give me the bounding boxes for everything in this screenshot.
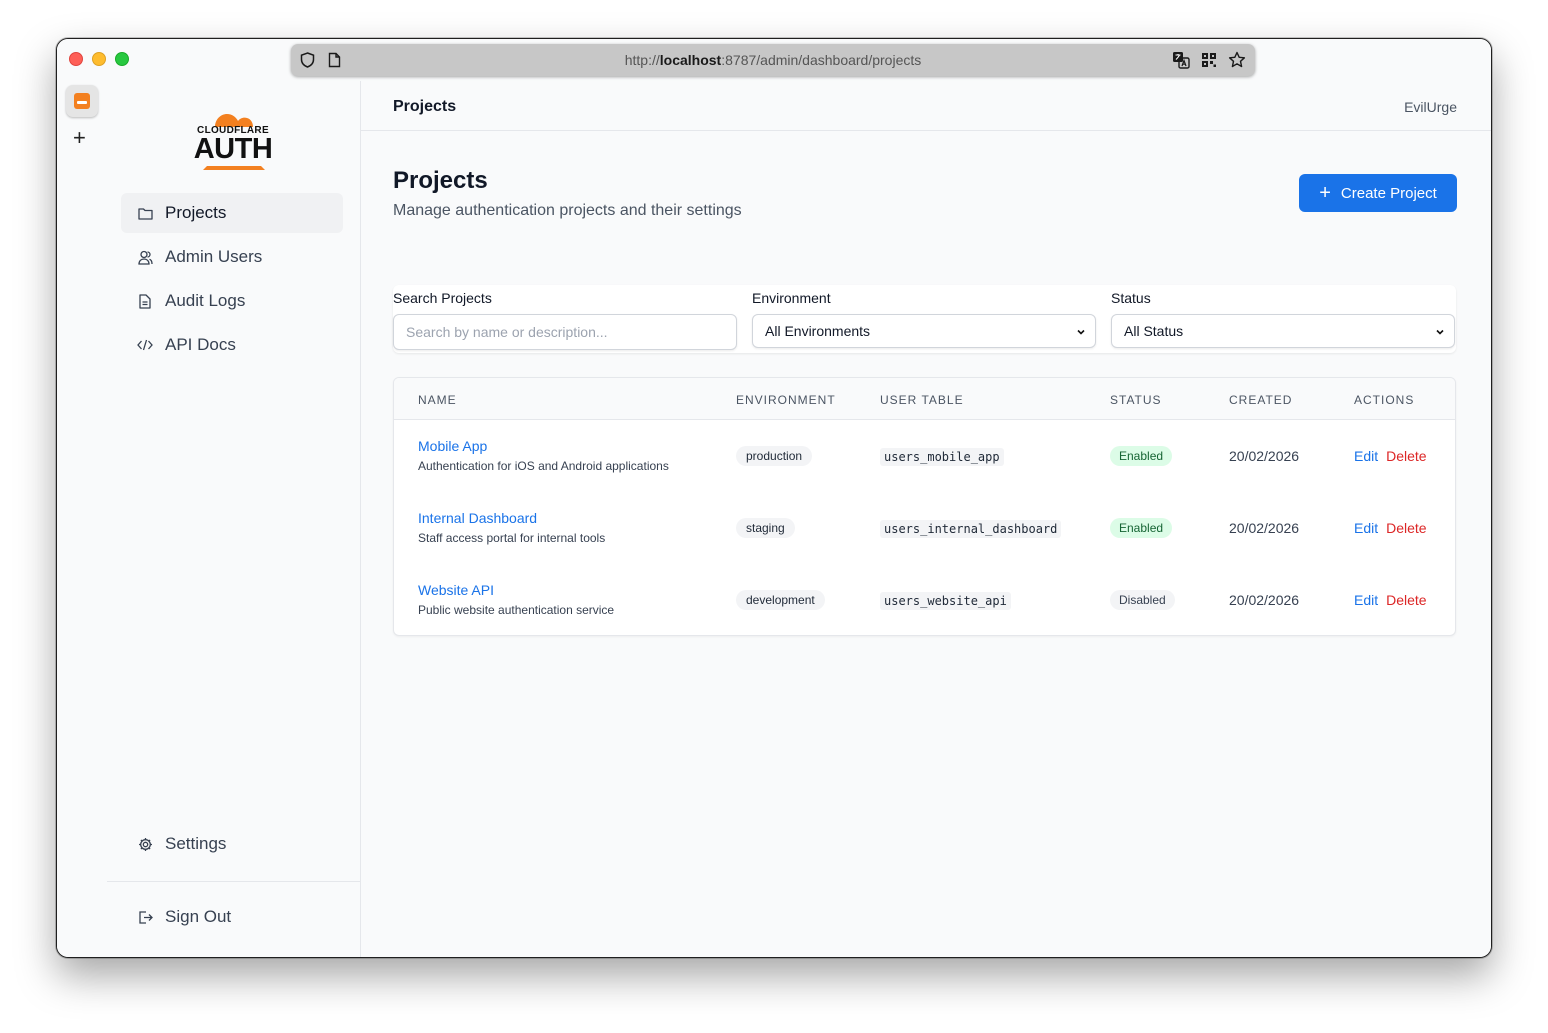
users-icon — [137, 249, 153, 265]
chevron-down-icon — [1436, 329, 1444, 335]
edit-button[interactable]: Edit — [1354, 448, 1378, 464]
code-icon — [137, 337, 153, 353]
user-table-name: users_website_api — [880, 592, 1011, 610]
create-project-button[interactable]: + Create Project — [1299, 174, 1457, 212]
project-description: Staff access portal for internal tools — [418, 531, 606, 545]
status-badge: Enabled — [1110, 518, 1173, 538]
cloudflare-auth-logo[interactable]: CLOUDFLARE AUTH — [193, 105, 273, 171]
app-sidebar: CLOUDFLARE AUTH Projects Admin Users Aud… — [107, 81, 361, 957]
title-bar: http://localhost:8787/admin/dashboard/pr… — [57, 39, 1491, 81]
status-filter: Status All Status — [1111, 285, 1455, 348]
logo-main-text: AUTH — [193, 133, 273, 165]
table-row: Website API Public website authenticatio… — [394, 564, 1455, 635]
edit-button[interactable]: Edit — [1354, 520, 1378, 536]
maximize-window-button[interactable] — [115, 52, 129, 66]
sign-out-icon — [137, 909, 153, 925]
search-input[interactable]: Search by name or description... — [393, 314, 737, 350]
sidebar-divider — [107, 881, 361, 882]
table-row: Mobile App Authentication for iOS and An… — [394, 420, 1455, 492]
bookmark-star-icon[interactable] — [1228, 51, 1246, 69]
environment-badge: staging — [736, 518, 795, 538]
qr-code-icon[interactable] — [1200, 51, 1218, 69]
new-tab-icon[interactable]: + — [73, 125, 86, 151]
status-badge: Disabled — [1110, 590, 1175, 610]
sidebar-item-label: Audit Logs — [165, 291, 246, 310]
main-content: Projects EvilUrge Projects Manage authen… — [361, 81, 1491, 957]
environment-badge: development — [736, 590, 825, 610]
gear-icon — [137, 836, 153, 852]
user-name[interactable]: EvilUrge — [1404, 99, 1457, 115]
sidebar-item-api-docs[interactable]: API Docs — [121, 325, 343, 365]
sign-out-button[interactable]: Sign Out — [121, 897, 343, 937]
environment-label: Environment — [752, 290, 831, 306]
document-icon — [137, 293, 153, 309]
minimize-window-button[interactable] — [92, 52, 106, 66]
table-header: Name Environment User Table Status Creat… — [394, 378, 1455, 420]
status-select[interactable]: All Status — [1111, 314, 1455, 348]
table-row: Internal Dashboard Staff access portal f… — [394, 492, 1455, 564]
column-header-status: Status — [1110, 393, 1162, 407]
search-filter: Search Projects Search by name or descri… — [393, 285, 737, 350]
browser-tab[interactable] — [66, 85, 98, 117]
sidebar-item-label: API Docs — [165, 335, 236, 354]
delete-button[interactable]: Delete — [1386, 520, 1426, 536]
delete-button[interactable]: Delete — [1386, 448, 1426, 464]
projects-table: Name Environment User Table Status Creat… — [393, 377, 1456, 636]
project-description: Public website authentication service — [418, 603, 615, 617]
project-description: Authentication for iOS and Android appli… — [418, 459, 669, 473]
top-header: Projects EvilUrge — [361, 81, 1491, 131]
favicon-icon — [74, 93, 90, 109]
sidebar-item-audit-logs[interactable]: Audit Logs — [121, 281, 343, 321]
environment-badge: production — [736, 446, 813, 466]
sidebar-item-projects[interactable]: Projects — [121, 193, 343, 233]
column-header-user-table: User Table — [880, 393, 964, 407]
close-window-button[interactable] — [69, 52, 83, 66]
edit-button[interactable]: Edit — [1354, 592, 1378, 608]
status-select-value: All Status — [1124, 323, 1184, 339]
created-date: 20/02/2026 — [1229, 448, 1300, 464]
search-label: Search Projects — [393, 290, 492, 306]
sidebar-item-label: Sign Out — [165, 907, 232, 926]
address-bar[interactable]: http://localhost:8787/admin/dashboard/pr… — [291, 44, 1255, 76]
user-table-name: users_mobile_app — [880, 448, 1004, 466]
url-text: http://localhost:8787/admin/dashboard/pr… — [624, 52, 922, 68]
sidebar-item-label: Admin Users — [165, 247, 263, 266]
sidebar-item-admin-users[interactable]: Admin Users — [121, 237, 343, 277]
status-badge: Enabled — [1110, 446, 1173, 466]
sidebar-item-settings[interactable]: Settings — [121, 824, 343, 864]
delete-button[interactable]: Delete — [1386, 592, 1426, 608]
project-name-link[interactable]: Internal Dashboard — [418, 510, 605, 526]
environment-filter: Environment All Environments — [752, 285, 1096, 348]
filters-panel: Search Projects Search by name or descri… — [393, 285, 1456, 353]
environment-select-value: All Environments — [765, 323, 871, 339]
plus-icon: + — [1319, 182, 1331, 204]
created-date: 20/02/2026 — [1229, 520, 1300, 536]
created-date: 20/02/2026 — [1229, 592, 1300, 608]
user-table-name: users_internal_dashboard — [880, 520, 1062, 538]
browser-window: http://localhost:8787/admin/dashboard/pr… — [56, 38, 1492, 958]
browser-tab-strip: + — [57, 81, 107, 957]
folder-icon — [137, 205, 153, 221]
column-header-created: Created — [1229, 393, 1293, 407]
project-name-link[interactable]: Mobile App — [418, 438, 669, 454]
status-label: Status — [1111, 290, 1151, 306]
sidebar-item-label: Settings — [165, 834, 227, 853]
column-header-name: Name — [418, 393, 457, 407]
column-header-actions: Actions — [1354, 393, 1415, 407]
create-project-label: Create Project — [1340, 184, 1437, 202]
page-subtitle: Manage authentication projects and their… — [393, 202, 742, 219]
translate-icon[interactable] — [1172, 51, 1190, 69]
project-name-link[interactable]: Website API — [418, 582, 614, 598]
sidebar-item-label: Projects — [165, 203, 227, 222]
environment-select[interactable]: All Environments — [752, 314, 1096, 348]
column-header-environment: Environment — [736, 393, 836, 407]
header-title: Projects — [393, 98, 457, 115]
page-title: Projects — [393, 167, 488, 194]
chevron-down-icon — [1077, 329, 1085, 335]
